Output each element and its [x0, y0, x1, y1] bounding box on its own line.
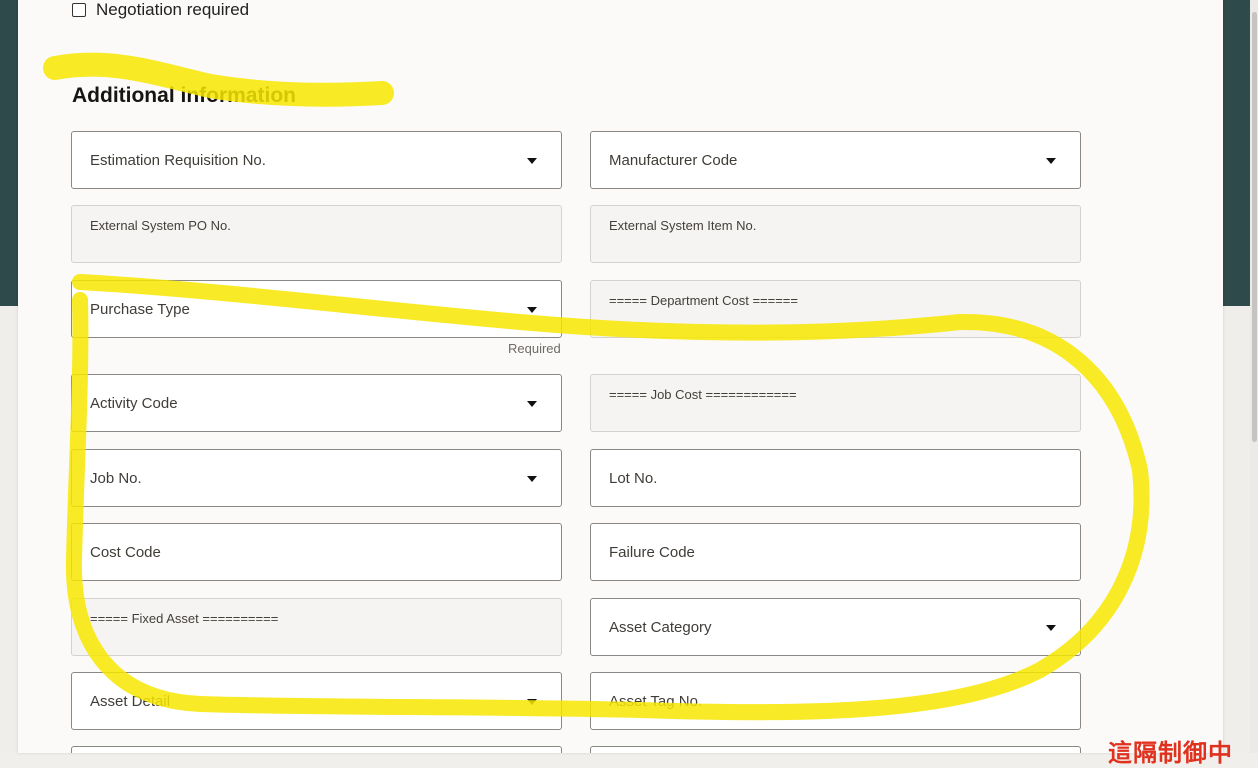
field-label: Lot No. — [609, 470, 658, 487]
field-label: Estimation Requisition No. — [90, 152, 266, 169]
chevron-down-icon[interactable] — [527, 476, 537, 482]
field-label: ===== Department Cost ====== — [609, 293, 798, 308]
scrollbar-thumb[interactable] — [1252, 12, 1257, 442]
job-cost-divider: ===== Job Cost ============ — [590, 374, 1081, 432]
required-helper-text: Required — [508, 341, 561, 356]
manufacturer-code-select[interactable]: Manufacturer Code — [590, 131, 1081, 189]
field-label: External System PO No. — [90, 218, 231, 233]
chevron-down-icon[interactable] — [527, 401, 537, 407]
external-system-item-field[interactable]: External System Item No. — [590, 205, 1081, 263]
fixed-asset-divider: ===== Fixed Asset ========== — [71, 598, 562, 656]
negotiation-required-option[interactable]: Negotiation required — [72, 0, 249, 20]
form-card: Negotiation required Additional informat… — [18, 0, 1223, 753]
lot-no-input[interactable]: Lot No. — [590, 449, 1081, 507]
field-label: Asset Detail — [90, 693, 171, 710]
field-label: Purchase Type — [90, 301, 190, 318]
chevron-down-icon[interactable] — [1046, 158, 1056, 164]
watermark-stamp: 這隔制御中 — [1108, 740, 1233, 767]
next-field-right[interactable] — [590, 746, 1081, 753]
field-label: Failure Code — [609, 544, 695, 561]
department-cost-divider: ===== Department Cost ====== — [590, 280, 1081, 338]
field-label: ===== Job Cost ============ — [609, 387, 797, 402]
page-scrollbar[interactable] — [1250, 0, 1258, 753]
section-title: Additional information — [72, 84, 296, 107]
chevron-down-icon[interactable] — [527, 307, 537, 313]
estimation-requisition-select[interactable]: Estimation Requisition No. — [71, 131, 562, 189]
field-label: Asset Tag No. — [609, 693, 703, 710]
checkbox-icon[interactable] — [72, 3, 86, 17]
next-field-left[interactable] — [71, 746, 562, 753]
failure-code-input[interactable]: Failure Code — [590, 523, 1081, 581]
job-no-select[interactable]: Job No. — [71, 449, 562, 507]
field-label: Asset Category — [609, 619, 712, 636]
asset-detail-select[interactable]: Asset Detail — [71, 672, 562, 730]
field-label: Activity Code — [90, 395, 178, 412]
asset-tag-input[interactable]: Asset Tag No. — [590, 672, 1081, 730]
field-label: ===== Fixed Asset ========== — [90, 611, 279, 626]
activity-code-select[interactable]: Activity Code — [71, 374, 562, 432]
asset-category-select[interactable]: Asset Category — [590, 598, 1081, 656]
field-label: Manufacturer Code — [609, 152, 738, 169]
field-label: Cost Code — [90, 544, 161, 561]
external-system-po-field[interactable]: External System PO No. — [71, 205, 562, 263]
cost-code-input[interactable]: Cost Code — [71, 523, 562, 581]
field-label: Job No. — [90, 470, 142, 487]
field-label: External System Item No. — [609, 218, 757, 233]
chevron-down-icon[interactable] — [1046, 625, 1056, 631]
purchase-type-select[interactable]: Purchase Type — [71, 280, 562, 338]
negotiation-required-label: Negotiation required — [96, 0, 250, 19]
chevron-down-icon[interactable] — [527, 699, 537, 705]
chevron-down-icon[interactable] — [527, 158, 537, 164]
